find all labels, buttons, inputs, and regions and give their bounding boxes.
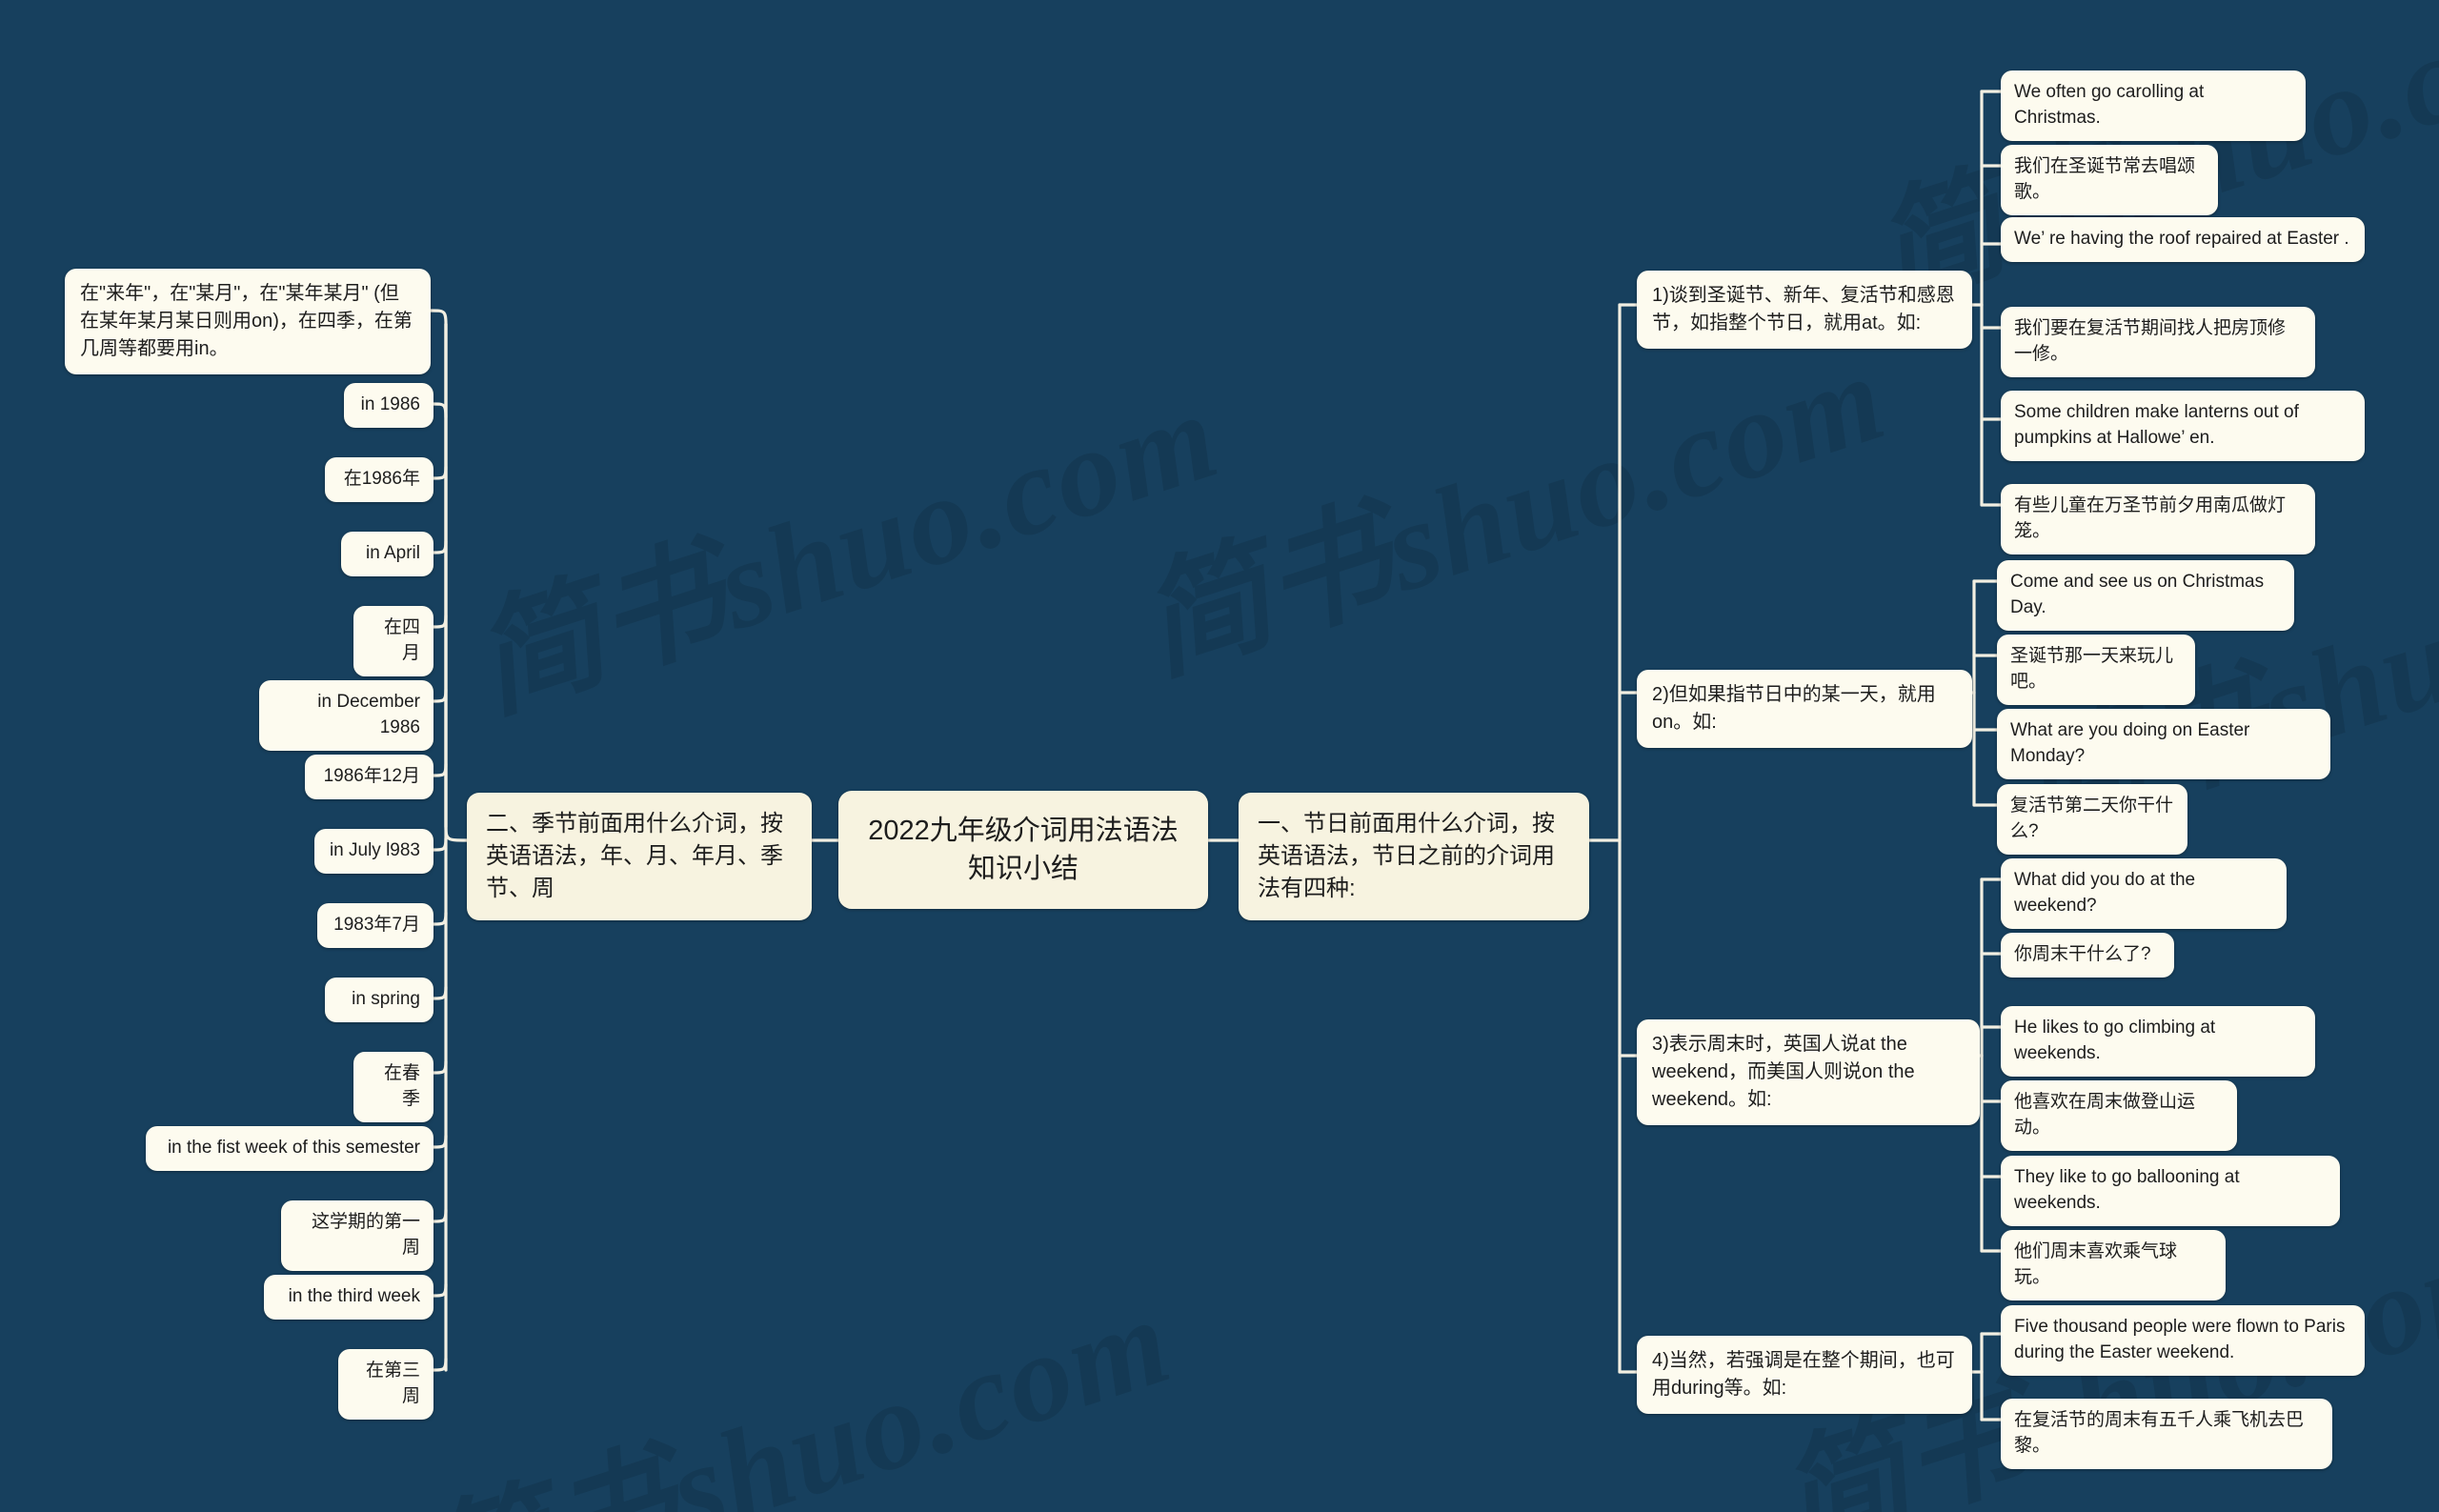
list-item[interactable]: 我们要在复活节期间找人把房顶修一修。 (2001, 307, 2315, 377)
sub-node-on-day-label: 2)但如果指节日中的某一天，就用on。如: (1652, 684, 1936, 733)
list-item[interactable]: He likes to go climbing at weekends. (2001, 1006, 2315, 1077)
list-item-label: 在1986年 (343, 469, 420, 489)
list-item-label: Some children make lanterns out of pumpk… (2014, 402, 2299, 448)
branch-node-holidays[interactable]: 一、节日前面用什么介词，按英语语法，节日之前的介词用法有四种: (1239, 793, 1589, 921)
list-item[interactable]: We often go carolling at Christmas. (2001, 71, 2306, 141)
list-item-label: in the third week (288, 1286, 420, 1306)
list-item[interactable]: They like to go ballooning at weekends. (2001, 1156, 2340, 1226)
sub-node-at-holiday-label: 1)谈到圣诞节、新年、复活节和感恩节，如指整个节日，就用at。如: (1652, 285, 1955, 333)
list-item-label: in July l983 (329, 840, 420, 860)
list-item-label: 我们在圣诞节常去唱颂歌。 (2014, 156, 2196, 202)
branch-node-seasons[interactable]: 二、季节前面用什么介词，按英语语法，年、月、年月、季节、周 (467, 793, 812, 921)
list-item-label: in December 1986 (317, 692, 420, 737)
list-item[interactable]: 有些儿童在万圣节前夕用南瓜做灯笼。 (2001, 484, 2315, 554)
list-item[interactable]: Some children make lanterns out of pumpk… (2001, 391, 2365, 461)
list-item-label: Come and see us on Christmas Day. (2010, 572, 2265, 617)
list-item[interactable]: in spring (325, 978, 433, 1022)
list-item-label: Five thousand people were flown to Paris… (2014, 1317, 2346, 1362)
list-item[interactable]: in the fist week of this semester (146, 1126, 433, 1171)
list-item-label: 1986年12月 (323, 766, 420, 786)
list-item-label: 他喜欢在周末做登山运动。 (2014, 1092, 2196, 1138)
list-item-label: 在春季 (383, 1063, 420, 1109)
branch-node-seasons-label: 二、季节前面用什么介词，按英语语法，年、月、年月、季节、周 (486, 811, 783, 902)
list-item-label: 有些儿童在万圣节前夕用南瓜做灯笼。 (2014, 495, 2287, 541)
list-item-label: 1983年7月 (333, 915, 420, 935)
list-item[interactable]: 我们在圣诞节常去唱颂歌。 (2001, 145, 2218, 215)
list-item[interactable]: 在复活节的周末有五千人乘飞机去巴黎。 (2001, 1399, 2332, 1469)
list-item-label: He likes to go climbing at weekends. (2014, 1018, 2216, 1063)
list-item[interactable]: in July l983 (314, 829, 433, 874)
list-item-label: 复活节第二天你干什么? (2010, 796, 2174, 841)
list-item[interactable]: 1983年7月 (317, 903, 433, 948)
sub-node-weekend[interactable]: 3)表示周末时，英国人说at the weekend，而美国人则说on the … (1637, 1019, 1980, 1125)
list-item[interactable]: in the third week (264, 1275, 433, 1320)
list-item[interactable]: 复活节第二天你干什么? (1997, 784, 2187, 855)
list-item-label: We’ re having the roof repaired at Easte… (2014, 229, 2349, 249)
list-item-label: 你周末干什么了? (2014, 944, 2151, 964)
sub-node-in-usage-label: 在"来年"，在"某月"，在"某年某月" (但在某年某月某日则用on)，在四季，在… (80, 283, 413, 359)
watermark-text: 简书shuo.com (457, 364, 1235, 736)
list-item-label: We often go carolling at Christmas. (2014, 82, 2205, 128)
watermark-text: 简书shuo.com (410, 1269, 1187, 1512)
branch-node-holidays-label: 一、节日前面用什么介词，按英语语法，节日之前的介词用法有四种: (1258, 811, 1555, 902)
list-item[interactable]: 他们周末喜欢乘气球玩。 (2001, 1230, 2226, 1300)
sub-node-weekend-label: 3)表示周末时，英国人说at the weekend，而美国人则说on the … (1652, 1034, 1915, 1110)
list-item-label: 我们要在复活节期间找人把房顶修一修。 (2014, 318, 2287, 364)
list-item[interactable]: in 1986 (344, 383, 433, 428)
list-item[interactable]: 在四月 (353, 606, 433, 676)
list-item[interactable]: 你周末干什么了? (2001, 933, 2174, 978)
sub-node-on-day[interactable]: 2)但如果指节日中的某一天，就用on。如: (1637, 670, 1972, 748)
list-item[interactable]: 圣诞节那一天来玩儿吧。 (1997, 635, 2195, 705)
list-item-label: What did you do at the weekend? (2014, 870, 2196, 916)
list-item-label: What are you doing on Easter Monday? (2010, 720, 2250, 766)
sub-node-during-label: 4)当然，若强调是在整个期间，也可用during等。如: (1652, 1350, 1955, 1399)
list-item[interactable]: Five thousand people were flown to Paris… (2001, 1305, 2365, 1376)
list-item[interactable]: Come and see us on Christmas Day. (1997, 560, 2294, 631)
list-item-label: 在四月 (383, 617, 420, 663)
list-item-label: in 1986 (360, 394, 420, 414)
list-item[interactable]: What did you do at the weekend? (2001, 858, 2287, 929)
list-item-label: in spring (352, 989, 420, 1009)
root-node-label: 2022九年级介词用法语法知识小结 (868, 816, 1179, 885)
list-item-label: 在复活节的周末有五千人乘飞机去巴黎。 (2014, 1410, 2305, 1456)
list-item[interactable]: in December 1986 (259, 680, 433, 751)
list-item[interactable]: in April (341, 532, 433, 576)
list-item-label: 他们周末喜欢乘气球玩。 (2014, 1241, 2178, 1287)
list-item-label: 在第三周 (365, 1361, 420, 1406)
list-item[interactable]: What are you doing on Easter Monday? (1997, 709, 2330, 779)
root-node[interactable]: 2022九年级介词用法语法知识小结 (838, 791, 1208, 910)
sub-node-in-usage[interactable]: 在"来年"，在"某月"，在"某年某月" (但在某年某月某日则用on)，在四季，在… (65, 269, 431, 374)
sub-node-at-holiday[interactable]: 1)谈到圣诞节、新年、复活节和感恩节，如指整个节日，就用at。如: (1637, 271, 1972, 349)
list-item-label: in the fist week of this semester (167, 1138, 420, 1158)
list-item[interactable]: 1986年12月 (305, 755, 433, 799)
list-item[interactable]: 在第三周 (338, 1349, 433, 1420)
list-item-label: 这学期的第一周 (311, 1212, 420, 1258)
list-item-label: 圣诞节那一天来玩儿吧。 (2010, 646, 2174, 692)
watermark-text: 简书shuo.com (1124, 326, 1902, 697)
list-item-label: They like to go ballooning at weekends. (2014, 1167, 2240, 1213)
mindmap-canvas: 简书shuo.com 简书shuo.com 简书shuo.com 简书shuo.… (0, 0, 2439, 1512)
list-item[interactable]: 他喜欢在周末做登山运动。 (2001, 1080, 2237, 1151)
list-item[interactable]: 这学期的第一周 (281, 1200, 433, 1271)
sub-node-during[interactable]: 4)当然，若强调是在整个期间，也可用during等。如: (1637, 1336, 1972, 1414)
list-item[interactable]: 在1986年 (325, 457, 433, 502)
list-item[interactable]: We’ re having the roof repaired at Easte… (2001, 217, 2365, 262)
list-item[interactable]: 在春季 (353, 1052, 433, 1122)
list-item-label: in April (365, 543, 420, 563)
